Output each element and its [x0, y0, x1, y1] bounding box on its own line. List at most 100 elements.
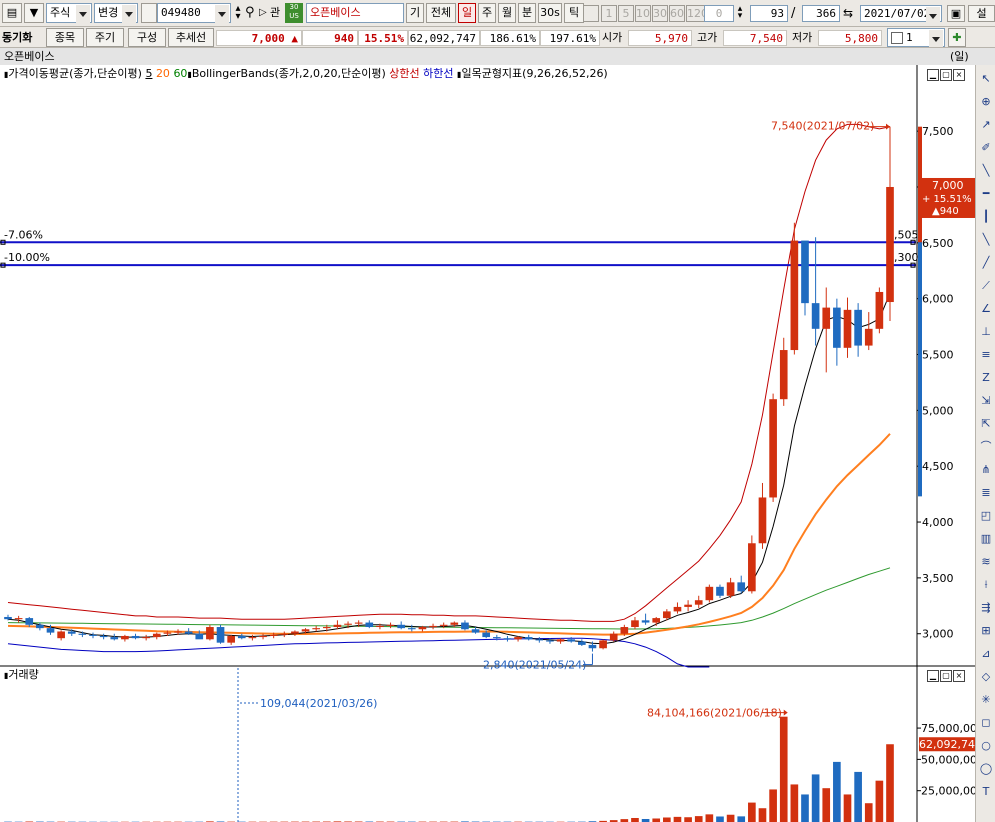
display-count-input[interactable]: 93: [750, 5, 788, 22]
save-image-icon[interactable]: ▣: [947, 5, 965, 22]
period-button-3[interactable]: 주: [478, 3, 496, 23]
candle-body[interactable]: [588, 644, 597, 649]
interval-button-5[interactable]: 120: [686, 5, 708, 22]
volume-bar[interactable]: [875, 780, 884, 822]
candle-body[interactable]: [620, 627, 629, 634]
candle-body[interactable]: [269, 634, 278, 636]
chevron-down-icon[interactable]: [76, 5, 90, 23]
candle-body[interactable]: [492, 637, 501, 639]
channel-tool-icon[interactable]: ⇶: [978, 600, 994, 616]
play-icon[interactable]: ▷: [259, 5, 269, 21]
spin-updown-icon[interactable]: ▴ ▾: [735, 5, 745, 21]
candle-body[interactable]: [259, 635, 267, 638]
theme-badge[interactable]: 30 US: [285, 3, 303, 23]
chevron-down-icon[interactable]: [122, 5, 136, 23]
candle-body[interactable]: [758, 497, 767, 544]
arrow-tool-icon[interactable]: ↗: [978, 117, 994, 133]
candle-body[interactable]: [301, 629, 310, 632]
candle-body[interactable]: [429, 625, 437, 628]
candle-body[interactable]: [248, 637, 257, 639]
fibo-box-tool-icon[interactable]: ◰: [978, 508, 994, 524]
fibo-retrace-tool-icon[interactable]: ≣: [978, 485, 994, 501]
candle-body[interactable]: [110, 637, 119, 640]
candle-body[interactable]: [652, 618, 661, 623]
volume-bar[interactable]: [652, 818, 661, 822]
candle-body[interactable]: [184, 631, 193, 634]
period-button-2[interactable]: 일: [458, 3, 476, 23]
candle-body[interactable]: [174, 631, 182, 633]
search-icon[interactable]: ⚲: [245, 4, 259, 22]
panel-close-icon[interactable]: ×: [953, 670, 965, 682]
volume-bar[interactable]: [631, 817, 639, 822]
chevron-down-icon[interactable]: [926, 7, 940, 22]
wave-tool-icon[interactable]: ≋: [978, 554, 994, 570]
add-icon[interactable]: ✚: [948, 28, 966, 47]
volume-bar[interactable]: [833, 761, 841, 822]
candle-body[interactable]: [726, 582, 735, 596]
candle-body[interactable]: [312, 628, 320, 630]
zigzag-tool-icon[interactable]: Ζ: [978, 370, 994, 386]
crosshair-tool-icon[interactable]: ⊕: [978, 94, 994, 110]
quote-button-1[interactable]: 주기: [86, 28, 124, 47]
perpendicular-tool-icon[interactable]: ⊥: [978, 324, 994, 340]
change-select[interactable]: 변경: [94, 3, 138, 23]
candle-body[interactable]: [663, 611, 671, 619]
save-icon[interactable]: ▼: [24, 3, 44, 23]
quote-button-2[interactable]: 구성: [128, 28, 166, 47]
candle-body[interactable]: [206, 627, 214, 640]
panel-restore-icon[interactable]: ▢: [940, 69, 952, 81]
ichimoku-legend-label[interactable]: 일목균형지표(9,26,26,52,26): [461, 67, 607, 80]
volume-bar[interactable]: [758, 808, 767, 822]
arc-tool-icon[interactable]: ⌒: [978, 439, 994, 455]
candle-body[interactable]: [769, 399, 777, 498]
extend-up-tool-icon[interactable]: ⇱: [978, 416, 994, 432]
candle-body[interactable]: [482, 632, 491, 638]
candle-body[interactable]: [237, 635, 246, 639]
ma-legend-label[interactable]: 가격이동평균(종가,단순이평): [8, 67, 142, 80]
volume-title-text[interactable]: 거래량: [8, 668, 38, 681]
candle-body[interactable]: [386, 624, 395, 626]
candle-body[interactable]: [78, 633, 87, 635]
candle-body[interactable]: [216, 627, 225, 643]
search-toggle-icon[interactable]: [141, 3, 157, 23]
candle-body[interactable]: [280, 633, 289, 635]
horizontal-line-tool-icon[interactable]: ━: [978, 186, 994, 202]
related-button[interactable]: 관: [270, 4, 284, 22]
candle-body[interactable]: [599, 640, 607, 649]
candle-body[interactable]: [822, 307, 831, 329]
text-tool-icon[interactable]: T: [978, 784, 994, 800]
candle-body[interactable]: [450, 622, 459, 625]
quote-button-0[interactable]: 종목: [46, 28, 84, 47]
chevron-down-icon[interactable]: [215, 5, 229, 23]
candle-body[interactable]: [121, 635, 129, 640]
period-button-5[interactable]: 분: [518, 3, 536, 23]
price-chart-svg[interactable]: 7,500 7,000 6,500 6,000 5,500 5,000 4,500 4,000…: [0, 65, 975, 822]
candle-body[interactable]: [503, 638, 512, 640]
candle-body[interactable]: [694, 600, 703, 605]
candle-body[interactable]: [152, 633, 161, 638]
volume-bar[interactable]: [822, 788, 831, 822]
candle-body[interactable]: [291, 631, 299, 634]
volume-bar[interactable]: [769, 789, 777, 822]
ray-tool-icon[interactable]: ⟋: [978, 278, 994, 294]
candle-body[interactable]: [524, 637, 533, 640]
candle-body[interactable]: [344, 623, 352, 625]
candle-body[interactable]: [843, 309, 852, 348]
candle-body[interactable]: [705, 586, 714, 601]
vertical-line-tool-icon[interactable]: ┃: [978, 209, 994, 225]
speed-line-tool-icon[interactable]: ⟊: [978, 577, 994, 593]
refresh-icon[interactable]: ⇆: [843, 5, 859, 22]
volume-bar[interactable]: [716, 816, 724, 822]
volume-bar[interactable]: [694, 816, 703, 822]
candle-body[interactable]: [886, 186, 894, 303]
candle-body[interactable]: [556, 639, 565, 642]
panel-minimize-icon[interactable]: ▁: [927, 670, 939, 682]
candle-body[interactable]: [864, 328, 873, 346]
candle-body[interactable]: [631, 620, 639, 628]
candle-body[interactable]: [471, 629, 480, 633]
candle-body[interactable]: [673, 606, 682, 612]
candle-body[interactable]: [333, 624, 342, 628]
candle-body[interactable]: [397, 624, 406, 629]
candle-body[interactable]: [25, 618, 34, 625]
candle-body[interactable]: [578, 641, 586, 645]
